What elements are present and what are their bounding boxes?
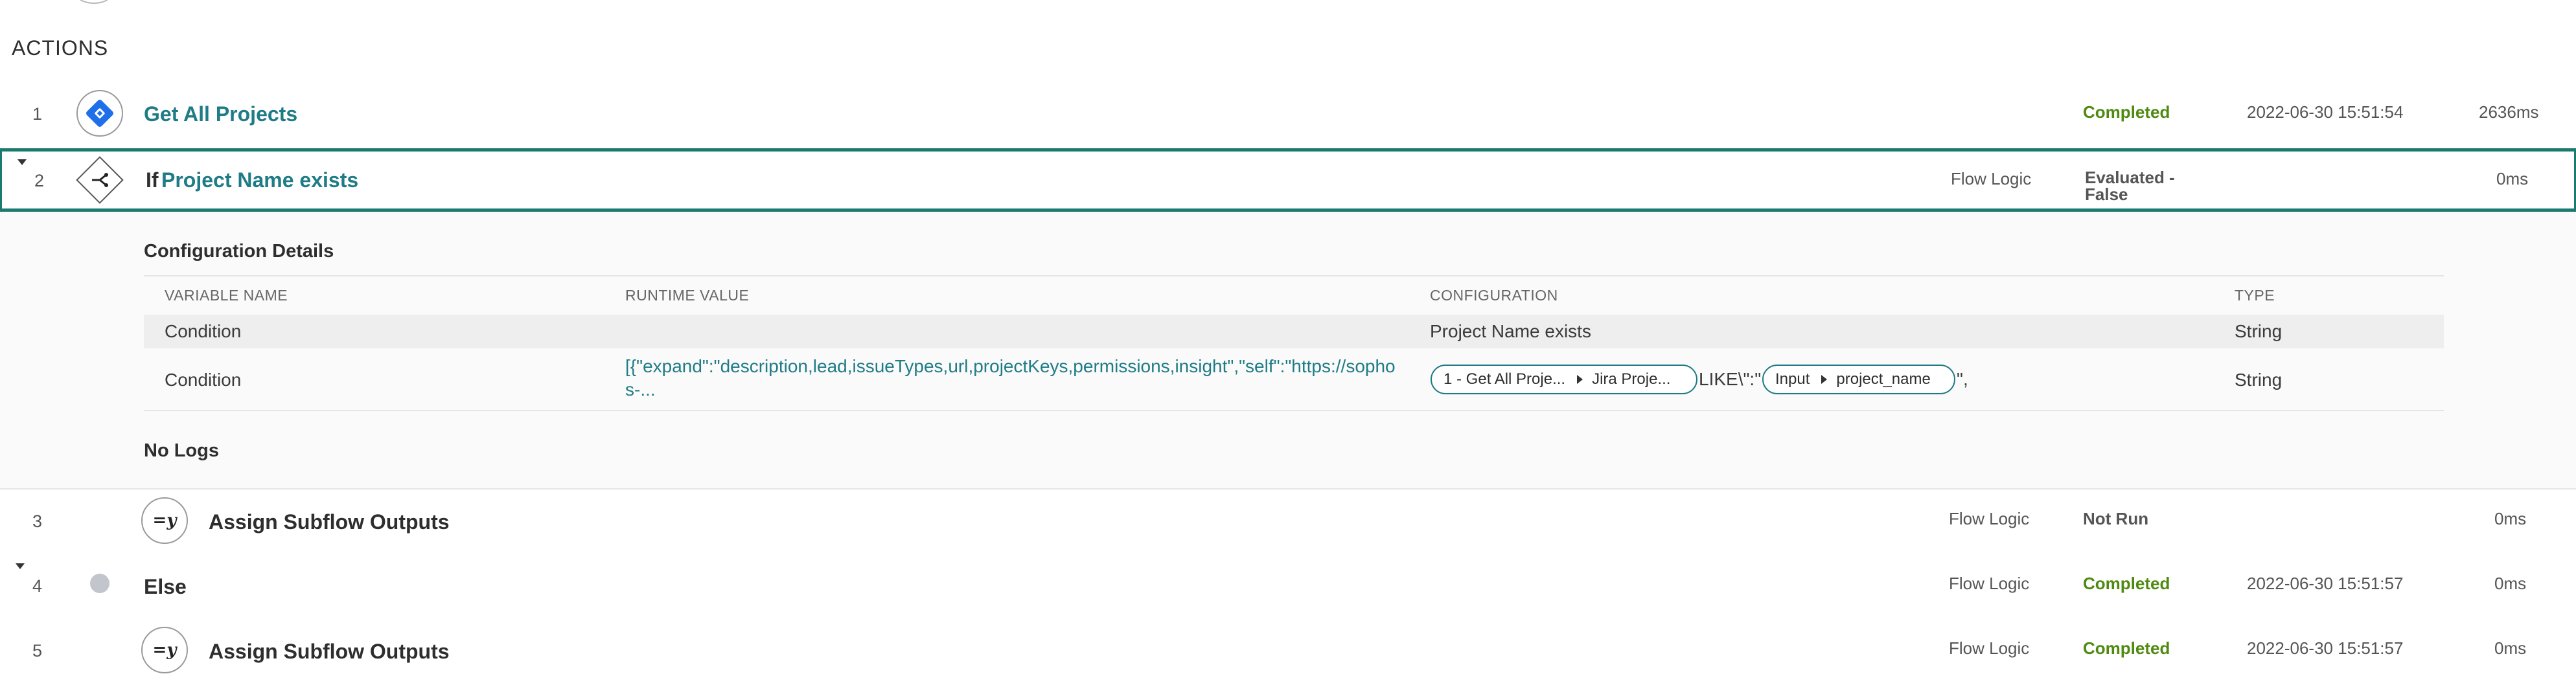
table-divider bbox=[144, 410, 2444, 411]
data-pill-step[interactable]: 1 - Get All Proje... Jira Proje... bbox=[1431, 365, 1697, 394]
section-title: ACTIONS bbox=[12, 36, 109, 60]
row-number: 4 bbox=[32, 576, 43, 596]
configuration-panel bbox=[0, 212, 2576, 490]
status-label-line2: False bbox=[2085, 185, 2128, 204]
status-label: Completed bbox=[2083, 574, 2170, 593]
timestamp: 2022-06-30 15:51:57 bbox=[2247, 574, 2404, 593]
assign-icon-text: =y bbox=[152, 511, 177, 530]
type-value: String bbox=[2235, 370, 2283, 390]
column-header-variable: VARIABLE NAME bbox=[165, 287, 288, 304]
flow-label: Flow Logic bbox=[1951, 169, 2032, 188]
pill-arrow-icon bbox=[1577, 375, 1583, 384]
timestamp: 2022-06-30 15:51:54 bbox=[2247, 102, 2404, 122]
action-title[interactable]: Get All Projects bbox=[144, 102, 297, 126]
variable-name: Condition bbox=[165, 321, 242, 341]
status-label: Completed bbox=[2083, 638, 2170, 658]
config-value: Project Name exists bbox=[1430, 321, 1591, 341]
if-branch-icon bbox=[74, 154, 126, 206]
row-number: 3 bbox=[32, 512, 43, 531]
else-dot-icon bbox=[90, 574, 109, 593]
action-row-5[interactable]: 5 =y Assign Subflow Outputs Flow Logic C… bbox=[0, 620, 2576, 682]
pill-arrow-icon bbox=[1821, 375, 1828, 384]
flow-label: Flow Logic bbox=[1949, 574, 2030, 593]
row-number: 1 bbox=[32, 104, 43, 124]
status-label: Completed bbox=[2083, 102, 2170, 122]
condition-tail: ", bbox=[1957, 369, 1968, 389]
action-title[interactable]: Assign Subflow Outputs bbox=[209, 510, 450, 534]
flow-label: Flow Logic bbox=[1949, 638, 2030, 658]
jira-icon bbox=[76, 90, 123, 137]
variable-name: Condition bbox=[165, 370, 242, 390]
type-value: String bbox=[2235, 321, 2283, 341]
column-header-runtime: RUNTIME VALUE bbox=[625, 287, 750, 304]
action-title[interactable]: Project Name exists bbox=[161, 168, 358, 192]
column-header-type: TYPE bbox=[2235, 287, 2275, 304]
assign-icon-text: =y bbox=[152, 640, 177, 660]
table-divider bbox=[144, 275, 2444, 276]
row-number: 5 bbox=[32, 641, 43, 660]
pill-field-label: Jira Proje... bbox=[1592, 370, 1671, 388]
action-row-1[interactable]: 1 Get All Projects Completed 2022-06-30 … bbox=[0, 85, 2576, 143]
pill-field-label: project_name bbox=[1836, 370, 1931, 388]
condition-operator: LIKE\":" bbox=[1699, 369, 1762, 389]
column-header-config: CONFIGURATION bbox=[1430, 287, 1558, 304]
action-row-2[interactable]: 2 If Project Name exists Flow Logic Eval… bbox=[0, 148, 2576, 212]
status-label: Not Run bbox=[2083, 509, 2149, 528]
action-title-wrap: If Project Name exists bbox=[146, 168, 358, 192]
timestamp: 2022-06-30 15:51:57 bbox=[2247, 638, 2404, 658]
runtime-value[interactable]: [{"expand":"description,lead,issueTypes,… bbox=[625, 355, 1403, 401]
collapse-caret-icon[interactable] bbox=[16, 563, 25, 569]
duration: 2636ms bbox=[2479, 102, 2539, 122]
action-title[interactable]: Else bbox=[144, 575, 187, 599]
if-prefix: If bbox=[146, 168, 159, 192]
duration: 0ms bbox=[2494, 638, 2527, 658]
row-number: 2 bbox=[34, 171, 45, 190]
action-row-3[interactable]: 3 =y Assign Subflow Outputs Flow Logic N… bbox=[0, 491, 2576, 553]
data-pill-input[interactable]: Input project_name bbox=[1762, 365, 1955, 394]
assign-icon: =y bbox=[141, 497, 188, 544]
action-row-4[interactable]: 4 Else Flow Logic Completed 2022-06-30 1… bbox=[0, 556, 2576, 618]
no-logs-label: No Logs bbox=[144, 440, 219, 461]
assign-icon: =y bbox=[141, 627, 188, 673]
action-title[interactable]: Assign Subflow Outputs bbox=[209, 640, 450, 664]
duration: 0ms bbox=[2496, 169, 2529, 188]
collapse-caret-icon[interactable] bbox=[17, 159, 27, 165]
pill-step-label: 1 - Get All Proje... bbox=[1443, 370, 1566, 388]
duration: 0ms bbox=[2494, 574, 2527, 593]
duration: 0ms bbox=[2494, 509, 2527, 528]
table-row bbox=[144, 315, 2444, 348]
pill-step-label: Input bbox=[1775, 370, 1810, 388]
trigger-icon-partial bbox=[73, 0, 115, 4]
configuration-title: Configuration Details bbox=[144, 241, 334, 262]
flow-label: Flow Logic bbox=[1949, 509, 2030, 528]
